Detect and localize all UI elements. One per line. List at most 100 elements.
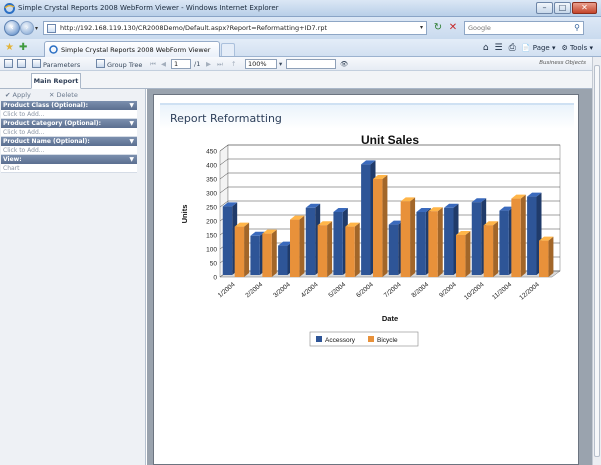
bar-side: [354, 222, 360, 277]
minimize-button[interactable]: –: [536, 2, 553, 14]
feeds-icon[interactable]: ☰: [495, 43, 503, 53]
apply-button[interactable]: ✔ Apply: [5, 91, 39, 99]
zoom-dropdown-icon[interactable]: ▾: [279, 59, 282, 69]
maximize-button[interactable]: □: [554, 2, 571, 14]
param-header-product-name[interactable]: Product Name (Optional): ▼: [1, 137, 137, 146]
favorites-star-icon[interactable]: ★: [5, 42, 14, 53]
report-header: Report Reformatting: [160, 103, 574, 129]
page-number-input[interactable]: 1: [171, 59, 191, 69]
y-tick-label: 50: [210, 261, 218, 268]
param-header-label: View:: [3, 156, 22, 163]
first-page-icon[interactable]: ⏮: [150, 59, 156, 69]
param-header-product-class[interactable]: Product Class (Optional): ▼: [1, 101, 137, 110]
bar-bicycle-9: [483, 225, 494, 277]
param-header-label: Product Name (Optional):: [3, 138, 90, 145]
tab-main-report[interactable]: Main Report: [31, 73, 81, 89]
stop-icon[interactable]: ✕: [447, 22, 459, 34]
history-dropdown-icon[interactable]: ▾: [35, 25, 38, 32]
search-box[interactable]: ⚲: [464, 21, 584, 35]
print-report-icon[interactable]: [17, 59, 28, 69]
legend-label: Accessory: [325, 337, 356, 344]
bar-side: [271, 229, 277, 277]
close-button[interactable]: ✕: [572, 2, 597, 14]
bar-accessory-7: [416, 212, 426, 275]
window-title-bar: Simple Crystal Reports 2008 WebForm View…: [0, 0, 601, 17]
print-icon[interactable]: ⎙: [509, 43, 516, 53]
page-menu[interactable]: 📄 Page ▾: [522, 44, 556, 52]
tools-menu[interactable]: ⚙ Tools ▾: [561, 44, 593, 52]
home-icon[interactable]: ⌂: [483, 43, 489, 53]
group-tree-icon: [96, 59, 105, 68]
binoculars-icon[interactable]: 👁: [340, 59, 348, 69]
parameters-button[interactable]: Parameters: [32, 59, 80, 69]
param-header-product-category[interactable]: Product Category (Optional): ▼: [1, 119, 137, 128]
legend-swatch: [368, 336, 374, 342]
chevron-down-icon[interactable]: ▼: [129, 119, 134, 128]
bar-side: [327, 221, 333, 277]
bar-accessory-4: [333, 212, 343, 275]
param-value-product-class[interactable]: Click to Add...: [1, 110, 137, 119]
param-value-product-name[interactable]: Click to Add...: [1, 146, 137, 155]
x-axis-title: Date: [382, 314, 398, 323]
next-page-icon[interactable]: ▶: [206, 59, 211, 69]
param-header-view[interactable]: View: ▼: [1, 155, 137, 164]
browser-tab-bar: ★ ✚ Simple Crystal Reports 2008 WebForm …: [0, 39, 601, 57]
drill-up-icon[interactable]: ↑: [231, 59, 236, 69]
param-value-product-category[interactable]: Click to Add...: [1, 128, 137, 137]
page-icon: [47, 24, 56, 33]
ie-logo-icon: [4, 3, 15, 14]
url-text[interactable]: http://192.168.119.130/CR2008Demo/Defaul…: [60, 24, 327, 32]
back-button[interactable]: ‹: [4, 20, 20, 36]
param-value-view[interactable]: Chart: [1, 164, 137, 173]
x-tick-label: 3/2004: [272, 281, 292, 299]
apply-label: Apply: [12, 91, 31, 99]
bar-bicycle-1: [262, 233, 272, 277]
y-tick-label: 250: [206, 205, 217, 212]
url-dropdown-icon[interactable]: ▾: [420, 24, 423, 31]
add-favorite-icon[interactable]: ✚: [19, 42, 27, 53]
prev-page-icon[interactable]: ◀: [161, 59, 166, 69]
panel-actions: ✔ Apply ✕ Delete: [0, 89, 145, 101]
url-field[interactable]: http://192.168.119.130/CR2008Demo/Defaul…: [43, 21, 427, 35]
browser-tab[interactable]: Simple Crystal Reports 2008 WebForm View…: [44, 41, 220, 57]
unit-sales-chart: Unit Sales050100150200250300350400450Uni…: [180, 133, 561, 347]
scrollbar-thumb[interactable]: [594, 65, 600, 457]
refresh-icon[interactable]: ↻: [432, 22, 444, 34]
forward-button[interactable]: ›: [20, 21, 34, 35]
search-input[interactable]: [465, 22, 565, 34]
search-icon[interactable]: ⚲: [574, 23, 580, 32]
bar-bicycle-6: [400, 201, 411, 277]
new-tab-button[interactable]: [221, 43, 235, 56]
y-tick-label: 350: [206, 177, 217, 184]
zoom-select[interactable]: 100%: [245, 59, 277, 69]
parameters-label: Parameters: [43, 61, 81, 69]
parameter-panel: ✔ Apply ✕ Delete Product Class (Optional…: [0, 89, 146, 465]
x-tick-label: 10/2004: [463, 281, 486, 302]
report-tabstrip: Main Report: [0, 71, 592, 89]
bar-side: [493, 221, 499, 277]
group-tree-button[interactable]: Group Tree: [96, 59, 142, 69]
chevron-down-icon[interactable]: ▼: [129, 101, 134, 110]
bar-bicycle-10: [511, 198, 521, 277]
bar-accessory-6: [388, 224, 399, 275]
x-tick-label: 1/2004: [217, 281, 237, 299]
bar-side: [244, 222, 250, 277]
bar-accessory-1: [250, 235, 260, 275]
y-tick-label: 300: [206, 191, 217, 198]
bar-accessory-0: [222, 206, 233, 275]
export-icon[interactable]: [4, 59, 15, 69]
chevron-down-icon[interactable]: ▼: [129, 137, 134, 146]
search-text-input[interactable]: [286, 59, 336, 69]
x-tick-label: 2/2004: [244, 281, 264, 299]
vertical-scrollbar[interactable]: [592, 57, 601, 465]
delete-button[interactable]: ✕ Delete: [49, 91, 86, 99]
bar-accessory-10: [499, 210, 509, 275]
page-menu-label: Page: [532, 44, 550, 52]
last-page-icon[interactable]: ⏭: [217, 59, 223, 69]
chevron-down-icon[interactable]: ▼: [129, 155, 134, 164]
param-header-label: Product Class (Optional):: [3, 102, 89, 109]
bar-bicycle-5: [373, 179, 383, 277]
parameters-icon: [32, 59, 41, 68]
report-title: Report Reformatting: [170, 112, 282, 125]
y-tick-label: 150: [206, 233, 217, 240]
